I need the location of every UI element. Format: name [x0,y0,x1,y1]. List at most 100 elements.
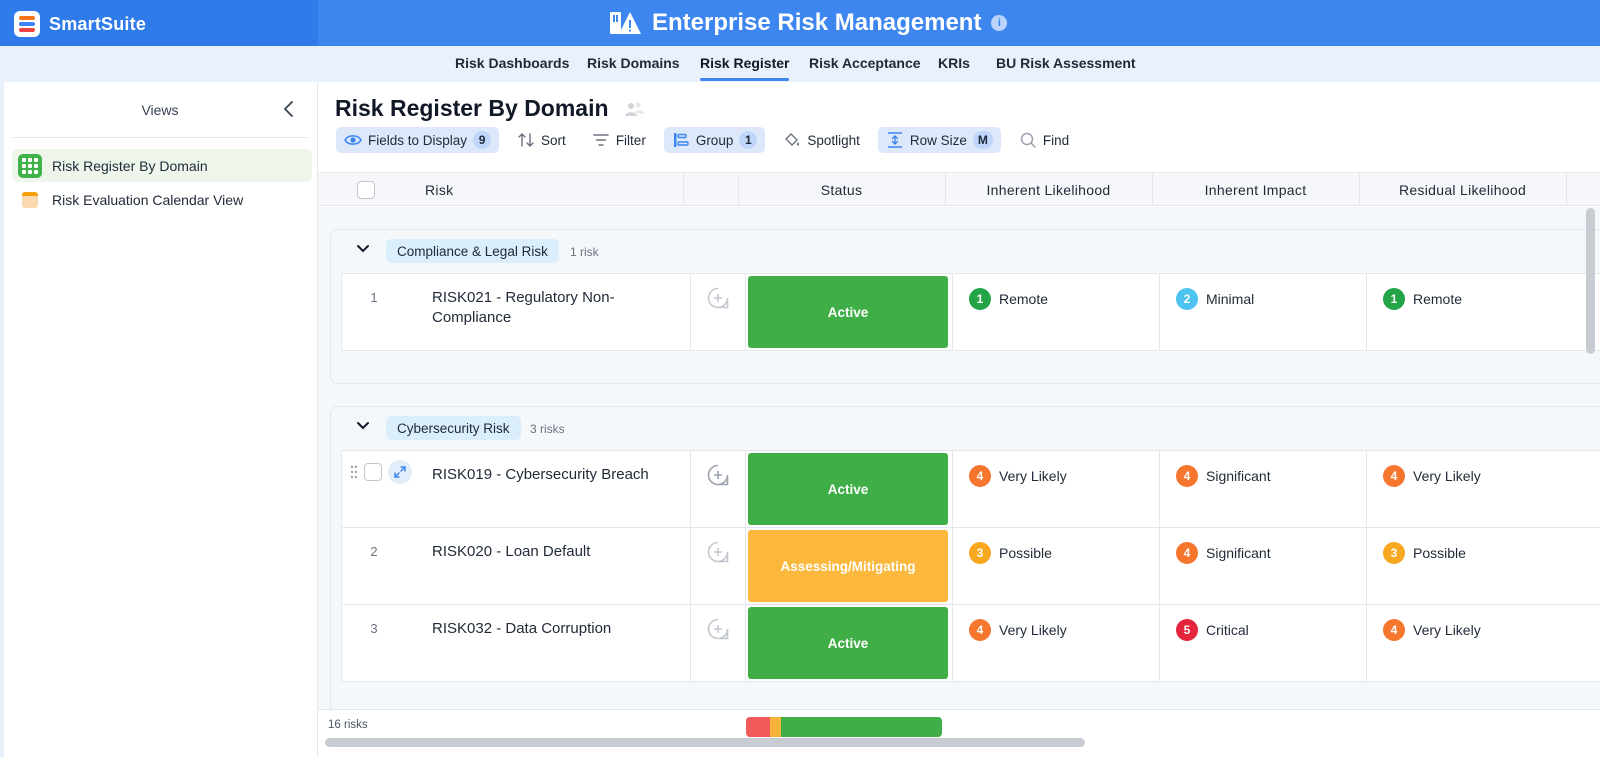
search-icon [1020,132,1036,148]
table-row[interactable]: RISK019 - Cybersecurity Breach Active 4 … [341,450,1600,528]
calendar-view-icon [22,191,38,208]
score-badge: 1 [1383,288,1405,310]
group-count: 1 risk [570,245,599,259]
horizontal-scrollbar[interactable] [325,738,1085,747]
inherent-impact-cell[interactable]: 4 Significant [1176,542,1271,564]
add-comment-icon[interactable] [706,617,730,641]
score-badge: 4 [969,619,991,641]
status-badge[interactable]: Active [748,276,948,348]
vertical-scrollbar[interactable] [1586,208,1595,354]
brand-name: SmartSuite [49,13,147,34]
risk-name[interactable]: RISK019 - Cybersecurity Breach [432,465,682,485]
column-inherent-likelihood[interactable]: Inherent Likelihood [945,173,1152,206]
spotlight-button[interactable]: Spotlight [775,127,868,153]
status-badge[interactable]: Active [748,607,948,679]
table-row[interactable]: 3 RISK032 - Data Corruption Active 4 Ver… [341,604,1600,682]
shared-users-icon[interactable] [623,101,645,117]
status-badge[interactable]: Assessing/Mitigating [748,530,948,602]
group-count-badge: 1 [739,131,758,149]
info-icon[interactable]: i [991,15,1008,31]
group-label: Compliance & Legal Risk [386,239,559,263]
risk-name[interactable]: RISK032 - Data Corruption [432,619,682,639]
inherent-likelihood-cell[interactable]: 4 Very Likely [969,465,1067,487]
expand-record-button[interactable] [388,460,412,484]
column-inherent-impact[interactable]: Inherent Impact [1152,173,1359,206]
group-cybersecurity: Cybersecurity Risk 3 risks RISK019 - Cyb… [330,406,1600,717]
status-summary-segment [769,717,782,737]
paint-bucket-icon [785,133,800,146]
app-nav: Risk Dashboards Risk Domains Risk Regist… [0,46,1600,82]
column-risk[interactable]: Risk [425,173,453,206]
residual-likelihood-cell[interactable]: 4 Very Likely [1383,619,1481,641]
chevron-down-icon[interactable] [356,421,370,431]
tab-kris[interactable]: KRIs [938,55,970,71]
app-title: Enterprise Risk Management [652,9,982,36]
tab-bu-risk-assessment[interactable]: BU Risk Assessment [996,55,1136,71]
table-body: Compliance & Legal Risk 1 risk 1 RISK021… [318,207,1600,717]
risk-name[interactable]: RISK021 - Regulatory Non-Compliance [432,288,642,328]
find-button[interactable]: Find [1011,127,1077,153]
table-row[interactable]: 1 RISK021 - Regulatory Non-Compliance Ac… [341,273,1600,351]
score-badge: 1 [969,288,991,310]
row-checkbox[interactable] [364,463,382,481]
column-status[interactable]: Status [738,173,945,206]
brand[interactable]: SmartSuite [14,11,146,37]
add-comment-icon[interactable] [706,286,730,310]
score-badge: 3 [969,542,991,564]
sort-button[interactable]: Sort [509,127,574,153]
drag-handle-icon[interactable] [350,465,358,479]
view-toolbar: Fields to Display 9 Sort Filter Group 1 … [336,127,1077,153]
add-comment-icon[interactable] [706,463,730,487]
tab-risk-domains[interactable]: Risk Domains [587,55,680,71]
score-badge: 4 [1176,542,1198,564]
record-count: 16 risks [328,719,368,731]
table-row[interactable]: 2 RISK020 - Loan Default Assessing/Mitig… [341,527,1600,605]
inherent-impact-cell[interactable]: 4 Significant [1176,465,1271,487]
inherent-impact-cell[interactable]: 5 Critical [1176,619,1249,641]
row-number: 1 [370,290,378,305]
chevron-left-icon[interactable] [282,100,296,118]
view-item-label: Risk Register By Domain [52,157,208,174]
sort-icon [518,133,534,147]
group-count: 3 risks [530,422,565,436]
app-header: SmartSuite Enterprise Risk Management i [0,0,1600,46]
add-comment-icon[interactable] [706,540,730,564]
select-all-checkbox[interactable] [357,180,375,199]
inherent-likelihood-cell[interactable]: 4 Very Likely [969,619,1067,641]
inherent-likelihood-cell[interactable]: 3 Possible [969,542,1052,564]
view-item-risk-register-by-domain[interactable]: Risk Register By Domain [12,149,312,182]
fields-to-display-button[interactable]: Fields to Display 9 [336,127,500,153]
score-badge: 3 [1383,542,1405,564]
filter-button[interactable]: Filter [584,127,654,153]
row-size-button[interactable]: Row Size M [877,127,1001,153]
residual-likelihood-cell[interactable]: 3 Possible [1383,542,1466,564]
table-footer: 16 risks [318,709,1600,757]
row-number: 2 [370,544,378,559]
tab-risk-dashboards[interactable]: Risk Dashboards [455,55,569,71]
status-summary-bar[interactable] [746,717,942,737]
column-residual-likelihood[interactable]: Residual Likelihood [1359,173,1566,206]
residual-likelihood-cell[interactable]: 4 Very Likely [1383,465,1481,487]
view-item-risk-evaluation-calendar[interactable]: Risk Evaluation Calendar View [12,183,312,216]
score-badge: 5 [1176,619,1198,641]
views-sidebar: Views Risk Register By Domain Risk Evalu… [0,82,318,757]
score-badge: 4 [1383,465,1405,487]
warning-sign-icon [610,12,641,34]
tab-risk-acceptance[interactable]: Risk Acceptance [809,55,921,71]
smartsuite-logo-icon [14,11,40,37]
risk-name[interactable]: RISK020 - Loan Default [432,542,682,562]
tab-risk-register[interactable]: Risk Register [700,55,790,81]
inherent-likelihood-cell[interactable]: 1 Remote [969,288,1048,310]
app-title-area: Enterprise Risk Management i [610,9,1008,37]
inherent-impact-cell[interactable]: 2 Minimal [1176,288,1254,310]
chevron-down-icon[interactable] [356,244,370,254]
row-size-badge: M [972,131,993,149]
fields-count-badge: 9 [473,131,492,149]
group-label: Cybersecurity Risk [386,416,521,440]
group-compliance-legal: Compliance & Legal Risk 1 risk 1 RISK021… [330,229,1600,384]
score-badge: 4 [969,465,991,487]
status-badge[interactable]: Active [748,453,948,525]
residual-likelihood-cell[interactable]: 1 Remote [1383,288,1462,310]
eye-icon [344,135,362,145]
group-button[interactable]: Group 1 [663,127,766,153]
